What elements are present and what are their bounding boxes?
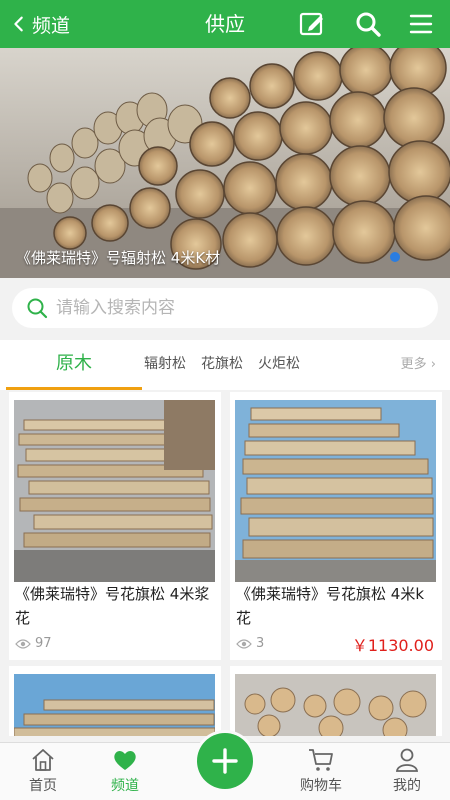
product-grid: 《佛莱瑞特》号花旗松 4米浆花 97 《佛莱瑞特》号花旗松 4米k花 3 ￥11… <box>0 392 450 742</box>
menu-button[interactable] <box>405 8 437 40</box>
home-icon <box>32 749 54 771</box>
product-card[interactable]: 《佛莱瑞特》号花旗松 4米浆花 97 <box>9 392 221 660</box>
more-label: 更多 <box>400 357 427 372</box>
tab-douglas-fir[interactable]: 花旗松 <box>201 340 243 390</box>
chevron-right-icon: › <box>426 357 436 372</box>
product-price: ￥1130.00 <box>351 636 434 655</box>
nav-home[interactable]: 首页 <box>8 747 78 795</box>
search-icon <box>27 298 48 319</box>
tab-radiata-pine[interactable]: 辐射松 <box>144 340 186 390</box>
heart-icon <box>114 751 136 770</box>
nav-cart[interactable]: 购物车 <box>286 747 356 795</box>
banner-carousel[interactable]: 《佛莱瑞特》号辐射松 4米K材 <box>0 48 450 278</box>
menu-icon <box>409 14 433 34</box>
product-image <box>235 400 436 582</box>
product-title: 《佛莱瑞特》号花旗松 4米k花 <box>236 585 424 627</box>
bottom-navigation: 首页 频道 购物车 我的 <box>0 733 450 800</box>
plus-icon <box>212 748 238 774</box>
user-icon <box>395 748 419 772</box>
product-image <box>14 674 215 736</box>
nav-channel-label: 频道 <box>111 778 139 794</box>
nav-cart-label: 购物车 <box>300 778 342 794</box>
category-tabs: 原木 辐射松 花旗松 火炬松 更多 › <box>0 340 450 390</box>
log-stack-photo <box>235 674 436 736</box>
search-icon <box>356 12 381 37</box>
carousel-indicator-dot[interactable] <box>390 252 400 262</box>
product-image <box>14 400 215 582</box>
product-card[interactable] <box>9 666 221 736</box>
edit-icon <box>299 12 323 36</box>
search-section <box>0 278 450 338</box>
search-box[interactable] <box>12 288 438 328</box>
product-card[interactable] <box>230 666 442 736</box>
tab-yuanmu[interactable]: 原木 <box>6 340 142 390</box>
view-count: 3 <box>236 636 264 651</box>
eye-icon <box>15 638 31 649</box>
product-image <box>235 674 436 736</box>
back-button[interactable]: 频道 <box>10 8 70 40</box>
edit-button[interactable] <box>296 8 328 40</box>
tab-loblolly-pine[interactable]: 火炬松 <box>258 340 300 390</box>
log-pile-photo <box>0 48 450 278</box>
log-stack-photo <box>14 674 215 736</box>
nav-mine-label: 我的 <box>393 778 421 794</box>
back-chevron-icon <box>14 16 23 32</box>
search-input[interactable] <box>56 298 396 318</box>
nav-mine[interactable]: 我的 <box>372 747 442 795</box>
nav-home-label: 首页 <box>29 778 57 794</box>
product-title: 《佛莱瑞特》号花旗松 4米浆花 <box>15 585 210 627</box>
nav-channel[interactable]: 频道 <box>90 747 160 795</box>
view-count-value: 3 <box>256 636 265 651</box>
view-count-value: 97 <box>35 636 52 651</box>
more-tabs-button[interactable]: 更多 › <box>401 340 436 390</box>
top-bar: 频道 供应 <box>0 0 450 48</box>
back-label: 频道 <box>32 14 71 37</box>
product-card[interactable]: 《佛莱瑞特》号花旗松 4米k花 3 ￥1130.00 <box>230 392 442 660</box>
cart-icon <box>309 749 333 771</box>
banner-caption: 《佛莱瑞特》号辐射松 4米K材 <box>16 249 221 267</box>
log-stack-photo <box>235 400 436 582</box>
eye-icon <box>236 638 252 649</box>
publish-button[interactable] <box>197 733 253 789</box>
search-button[interactable] <box>352 8 384 40</box>
view-count: 97 <box>15 636 52 651</box>
log-stack-photo <box>14 400 215 582</box>
